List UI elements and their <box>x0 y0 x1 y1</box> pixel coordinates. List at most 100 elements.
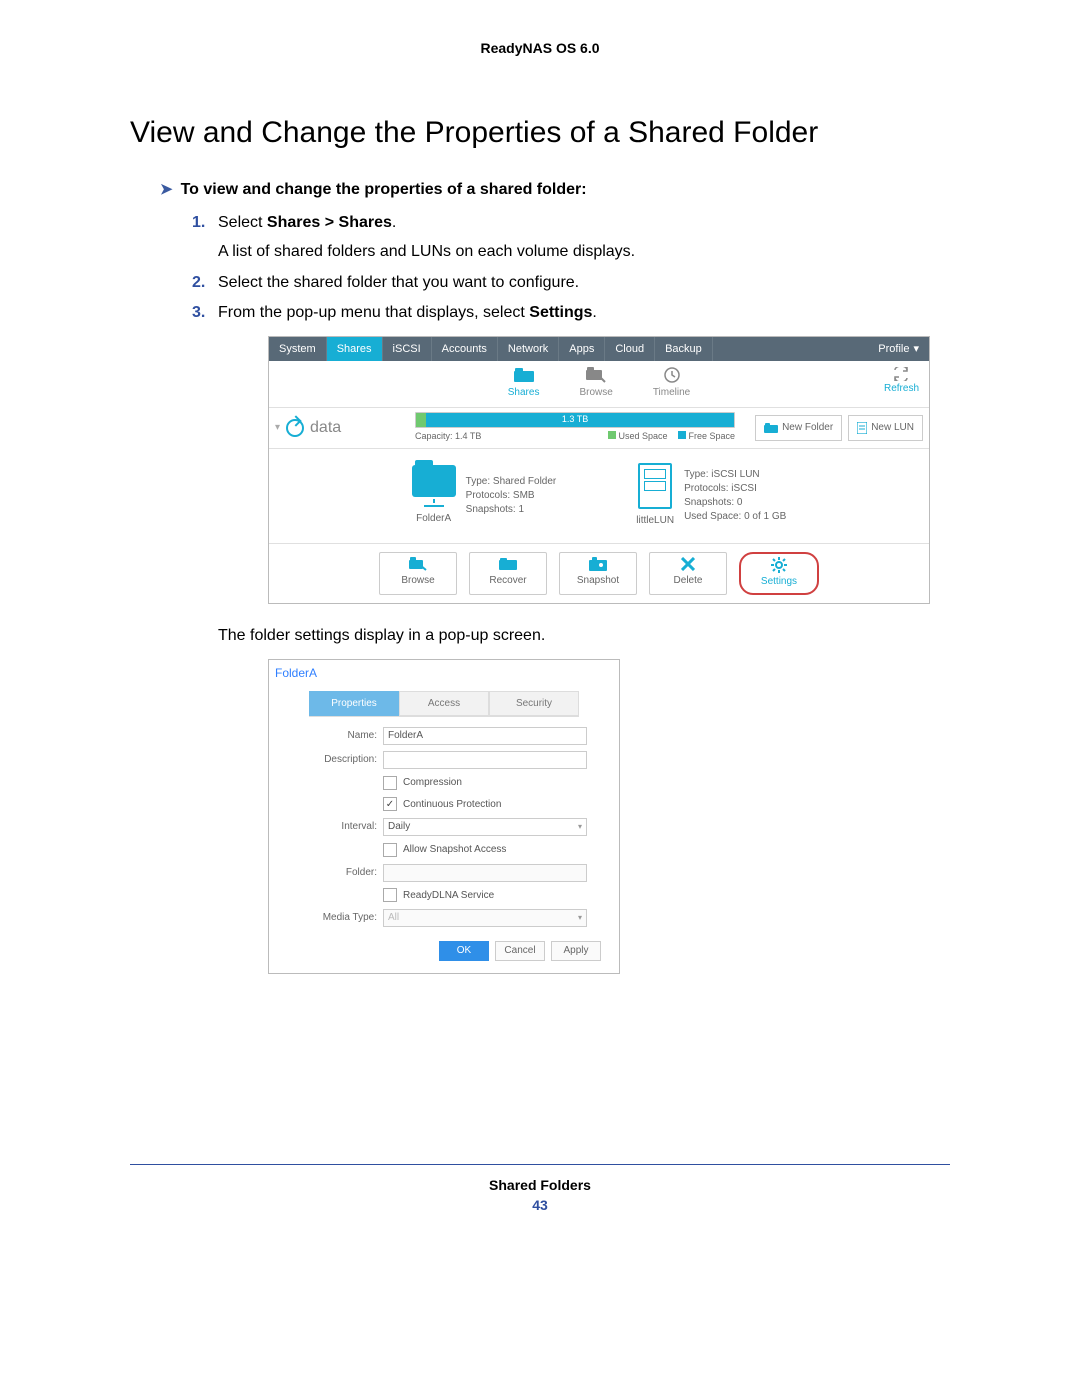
step-3-after: The folder settings display in a pop-up … <box>218 624 950 649</box>
capacity-bar-group: 1.3 TB Capacity: 1.4 TB Used Space Free … <box>415 412 735 444</box>
nav-profile[interactable]: Profile ▾ <box>868 341 929 358</box>
action-row: Browse Recover Snapshot Delete <box>269 544 929 604</box>
description-input[interactable] <box>383 751 587 769</box>
shared-folder-entity[interactable]: FolderA Type: Shared Folder Protocols: S… <box>412 463 557 529</box>
legend-free-label: Free Space <box>689 431 736 441</box>
volume-name[interactable]: ▾ data <box>269 416 415 441</box>
clock-icon <box>662 367 682 383</box>
label-interval: Interval: <box>269 819 383 835</box>
lun-meta-used: Used Space: 0 of 1 GB <box>684 510 786 524</box>
nav-apps[interactable]: Apps <box>559 337 605 361</box>
capacity-bar-label: 1.3 TB <box>416 413 734 427</box>
cancel-button[interactable]: Cancel <box>495 941 545 961</box>
toolbar-refresh[interactable]: Refresh <box>884 367 919 397</box>
nav-backup[interactable]: Backup <box>655 337 713 361</box>
readydlna-label: ReadyDLNA Service <box>403 888 494 904</box>
legend-used-label: Used Space <box>619 431 668 441</box>
label-media-type: Media Type: <box>269 910 383 926</box>
toolbar-timeline[interactable]: Timeline <box>653 367 690 401</box>
nav-shares[interactable]: Shares <box>327 337 383 361</box>
step-3-text-c: . <box>592 304 596 321</box>
new-folder-button[interactable]: New Folder <box>755 415 842 441</box>
tab-access[interactable]: Access <box>399 691 489 717</box>
toolbar-shares-label: Shares <box>508 385 540 401</box>
toolbar-timeline-label: Timeline <box>653 385 690 401</box>
ok-button[interactable]: OK <box>439 941 489 961</box>
folder-meta-snapshots: Snapshots: 1 <box>466 503 557 517</box>
nav-accounts[interactable]: Accounts <box>432 337 498 361</box>
shared-folder-icon <box>412 465 456 497</box>
action-settings[interactable]: Settings <box>739 552 819 596</box>
properties-form: Name: FolderA Description: Compression <box>269 727 619 927</box>
footer-chapter: Shared Folders <box>130 1177 950 1193</box>
lun-entity[interactable]: littleLUN Type: iSCSI LUN Protocols: iSC… <box>636 463 786 529</box>
lun-icon <box>638 463 672 509</box>
label-folder: Folder: <box>269 865 383 881</box>
toolbar: Shares Browse Timeline <box>269 361 929 408</box>
step-3: 3. From the pop-up menu that displays, s… <box>192 301 950 974</box>
new-folder-label: New Folder <box>782 420 833 436</box>
action-browse[interactable]: Browse <box>379 552 457 596</box>
screenshot-settings-dialog: FolderA Properties Access Security Name:… <box>268 659 620 974</box>
footer-page-number: 43 <box>130 1197 950 1213</box>
step-2: 2. Select the shared folder that you wan… <box>192 271 950 296</box>
capacity-bar: 1.3 TB <box>415 412 735 428</box>
dialog-title: FolderA <box>269 660 619 687</box>
gear-icon <box>770 558 788 572</box>
folder-meta-protocols: Protocols: SMB <box>466 489 557 503</box>
page-footer: Shared Folders 43 <box>130 1164 950 1213</box>
nav-profile-label: Profile <box>878 341 909 358</box>
step-1-bold: Shares > Shares <box>267 214 392 231</box>
action-settings-label: Settings <box>761 574 797 590</box>
action-snapshot[interactable]: Snapshot <box>559 552 637 596</box>
step-1-sub: A list of shared folders and LUNs on eac… <box>218 240 950 265</box>
lun-meta-type: Type: iSCSI LUN <box>684 468 786 482</box>
recover-icon <box>499 557 517 571</box>
lun-meta-protocols: Protocols: iSCSI <box>684 482 786 496</box>
allow-snapshot-label: Allow Snapshot Access <box>403 842 506 858</box>
folder-meta-type: Type: Shared Folder <box>466 475 557 489</box>
interval-select[interactable]: Daily <box>383 818 587 836</box>
nav-cloud[interactable]: Cloud <box>605 337 655 361</box>
tab-properties[interactable]: Properties <box>309 691 399 717</box>
volume-name-label: data <box>310 416 341 441</box>
new-lun-button[interactable]: New LUN <box>848 415 923 441</box>
media-type-select[interactable]: All <box>383 909 587 927</box>
action-snapshot-label: Snapshot <box>577 573 619 589</box>
readydlna-checkbox[interactable] <box>383 888 397 902</box>
apply-button[interactable]: Apply <box>551 941 601 961</box>
action-recover[interactable]: Recover <box>469 552 547 596</box>
nav-network[interactable]: Network <box>498 337 559 361</box>
folder-input[interactable] <box>383 864 587 882</box>
section-title: View and Change the Properties of a Shar… <box>130 116 950 150</box>
chevron-down-icon: ▾ <box>913 341 919 358</box>
new-lun-label: New LUN <box>871 420 914 436</box>
procedure-heading-text: To view and change the properties of a s… <box>181 181 587 198</box>
name-input[interactable]: FolderA <box>383 727 587 745</box>
capacity-text: Capacity: 1.4 TB <box>415 430 481 444</box>
browse-icon <box>586 367 606 383</box>
compression-checkbox[interactable] <box>383 776 397 790</box>
lun-name: littleLUN <box>636 513 674 529</box>
action-delete-label: Delete <box>674 573 703 589</box>
screenshot-shares-window: System Shares iSCSI Accounts Network App… <box>268 336 930 604</box>
legend-free-swatch <box>678 431 686 439</box>
dialog-buttons: OK Cancel Apply <box>269 933 619 965</box>
folder-icon <box>764 423 778 433</box>
nav-system[interactable]: System <box>269 337 327 361</box>
step-2-text: Select the shared folder that you want t… <box>218 274 579 291</box>
toolbar-shares[interactable]: Shares <box>508 367 540 401</box>
toolbar-browse[interactable]: Browse <box>579 367 612 401</box>
chevron-down-icon: ▾ <box>275 420 280 436</box>
allow-snapshot-checkbox[interactable] <box>383 843 397 857</box>
shared-folder-name: FolderA <box>416 511 451 527</box>
lun-icon <box>857 422 867 434</box>
step-1: 1. Select Shares > Shares. A list of sha… <box>192 211 950 265</box>
action-delete[interactable]: Delete <box>649 552 727 596</box>
toolbar-browse-label: Browse <box>579 385 612 401</box>
tab-security[interactable]: Security <box>489 691 579 717</box>
main-nav: System Shares iSCSI Accounts Network App… <box>269 337 929 361</box>
continuous-protection-checkbox[interactable]: ✓ <box>383 797 397 811</box>
nav-iscsi[interactable]: iSCSI <box>383 337 432 361</box>
label-name: Name: <box>269 728 383 744</box>
